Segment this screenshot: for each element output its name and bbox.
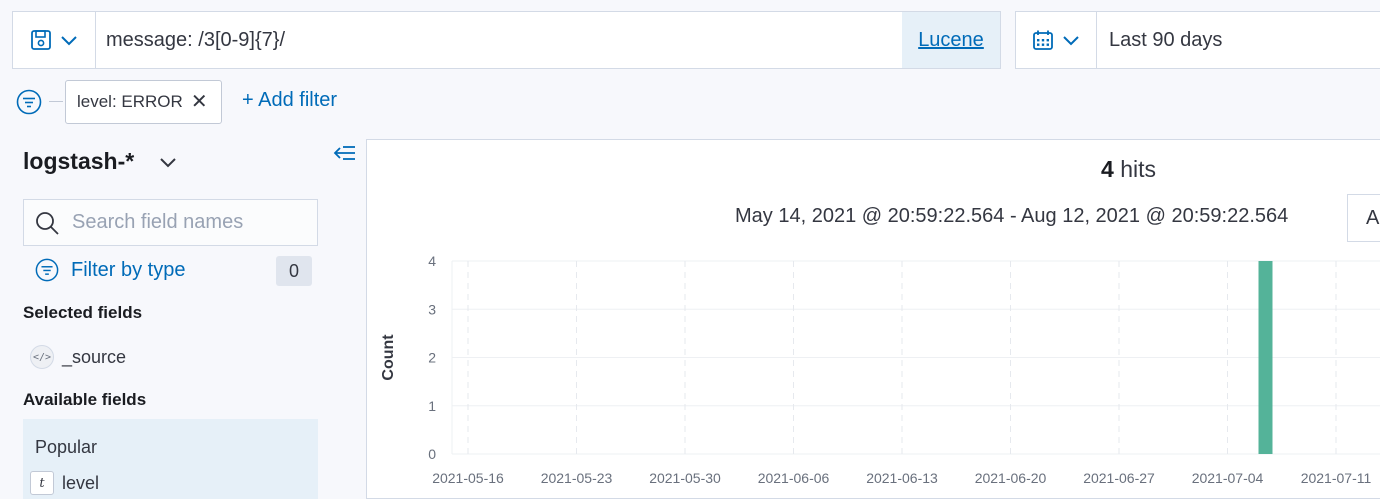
filter-icon: [16, 89, 42, 115]
field-search: [23, 199, 318, 246]
filter-by-type-label: Filter by type: [71, 258, 186, 281]
query-bar: message: /3[0-9]{7}/ Lucene: [12, 11, 1001, 69]
chevron-down-icon: [1063, 36, 1079, 46]
filter-icon: [35, 258, 59, 282]
x-tick-label: 2021-07-11: [1301, 470, 1372, 486]
x-tick-label: 2021-06-13: [866, 470, 938, 486]
chevron-down-icon: [61, 36, 77, 46]
query-input[interactable]: message: /3[0-9]{7}/: [96, 12, 902, 68]
x-tick-label: 2021-06-27: [1083, 470, 1155, 486]
save-icon: [31, 30, 51, 50]
saved-query-button[interactable]: [13, 12, 96, 68]
hits-count: 4 hits: [1101, 156, 1156, 183]
filter-count-badge: 0: [276, 256, 312, 286]
date-range-label: Last 90 days: [1109, 28, 1223, 51]
hits-word: hits: [1120, 156, 1156, 182]
add-filter-button[interactable]: + Add filter: [242, 89, 337, 112]
query-language-label: Lucene: [918, 28, 984, 51]
interval-select[interactable]: A: [1347, 194, 1380, 242]
histogram-chart: 0 1 2 3 4 2021-05-16 2021-05-23 2021-05-30 2021-…: [380, 253, 1380, 486]
hits-number: 4: [1101, 156, 1114, 182]
code-icon: </>: [30, 345, 54, 369]
bar: [1258, 261, 1273, 454]
time-range-label: May 14, 2021 @ 20:59:22.564 - Aug 12, 20…: [735, 205, 1289, 227]
string-type-icon: t: [30, 471, 54, 495]
search-icon: [36, 211, 59, 235]
x-tick-label: 2021-06-06: [758, 470, 830, 486]
popular-title: Popular: [35, 437, 98, 457]
collapse-sidebar-icon[interactable]: [333, 143, 357, 163]
date-picker: Last 90 days: [1015, 11, 1380, 69]
interval-select-label: A: [1366, 206, 1380, 229]
y-tick-label: 0: [428, 446, 436, 462]
y-axis-label: Count: [380, 334, 397, 381]
query-language-button[interactable]: Lucene: [902, 12, 1000, 68]
filter-pill-label: level: ERROR: [77, 92, 183, 111]
field-name: level: [62, 472, 100, 493]
x-tick-label: 2021-07-04: [1192, 470, 1264, 486]
filter-pill[interactable]: level: ERROR ✕: [65, 80, 222, 124]
search-field-names-input[interactable]: [70, 210, 304, 235]
date-range-display[interactable]: Last 90 days: [1097, 12, 1222, 68]
quick-select-button[interactable]: [1016, 12, 1097, 68]
query-text: message: /3[0-9]{7}/: [106, 28, 286, 51]
x-tick-label: 2021-05-16: [432, 470, 504, 486]
field-item-source[interactable]: </> _source: [30, 345, 126, 369]
x-tick-label: 2021-05-30: [649, 470, 721, 486]
field-name: _source: [62, 346, 127, 367]
filter-menu-button[interactable]: [16, 89, 42, 115]
y-tick-label: 2: [428, 350, 436, 366]
y-tick-label: 3: [428, 301, 436, 317]
y-tick-label: 1: [428, 398, 436, 414]
selected-fields-title: Selected fields: [23, 303, 143, 322]
filter-by-type-button[interactable]: Filter by type: [35, 258, 185, 282]
available-fields-title: Available fields: [23, 390, 147, 409]
x-tick-label: 2021-05-23: [541, 470, 613, 486]
calendar-icon: [1033, 30, 1053, 50]
divider: [49, 101, 63, 102]
close-icon[interactable]: ✕: [191, 92, 208, 112]
index-pattern-title[interactable]: logstash-*: [23, 148, 134, 175]
x-tick-label: 2021-06-20: [975, 470, 1047, 486]
chevron-down-icon[interactable]: [158, 152, 178, 172]
y-tick-label: 4: [428, 253, 436, 269]
field-item-level[interactable]: t level: [30, 471, 99, 495]
